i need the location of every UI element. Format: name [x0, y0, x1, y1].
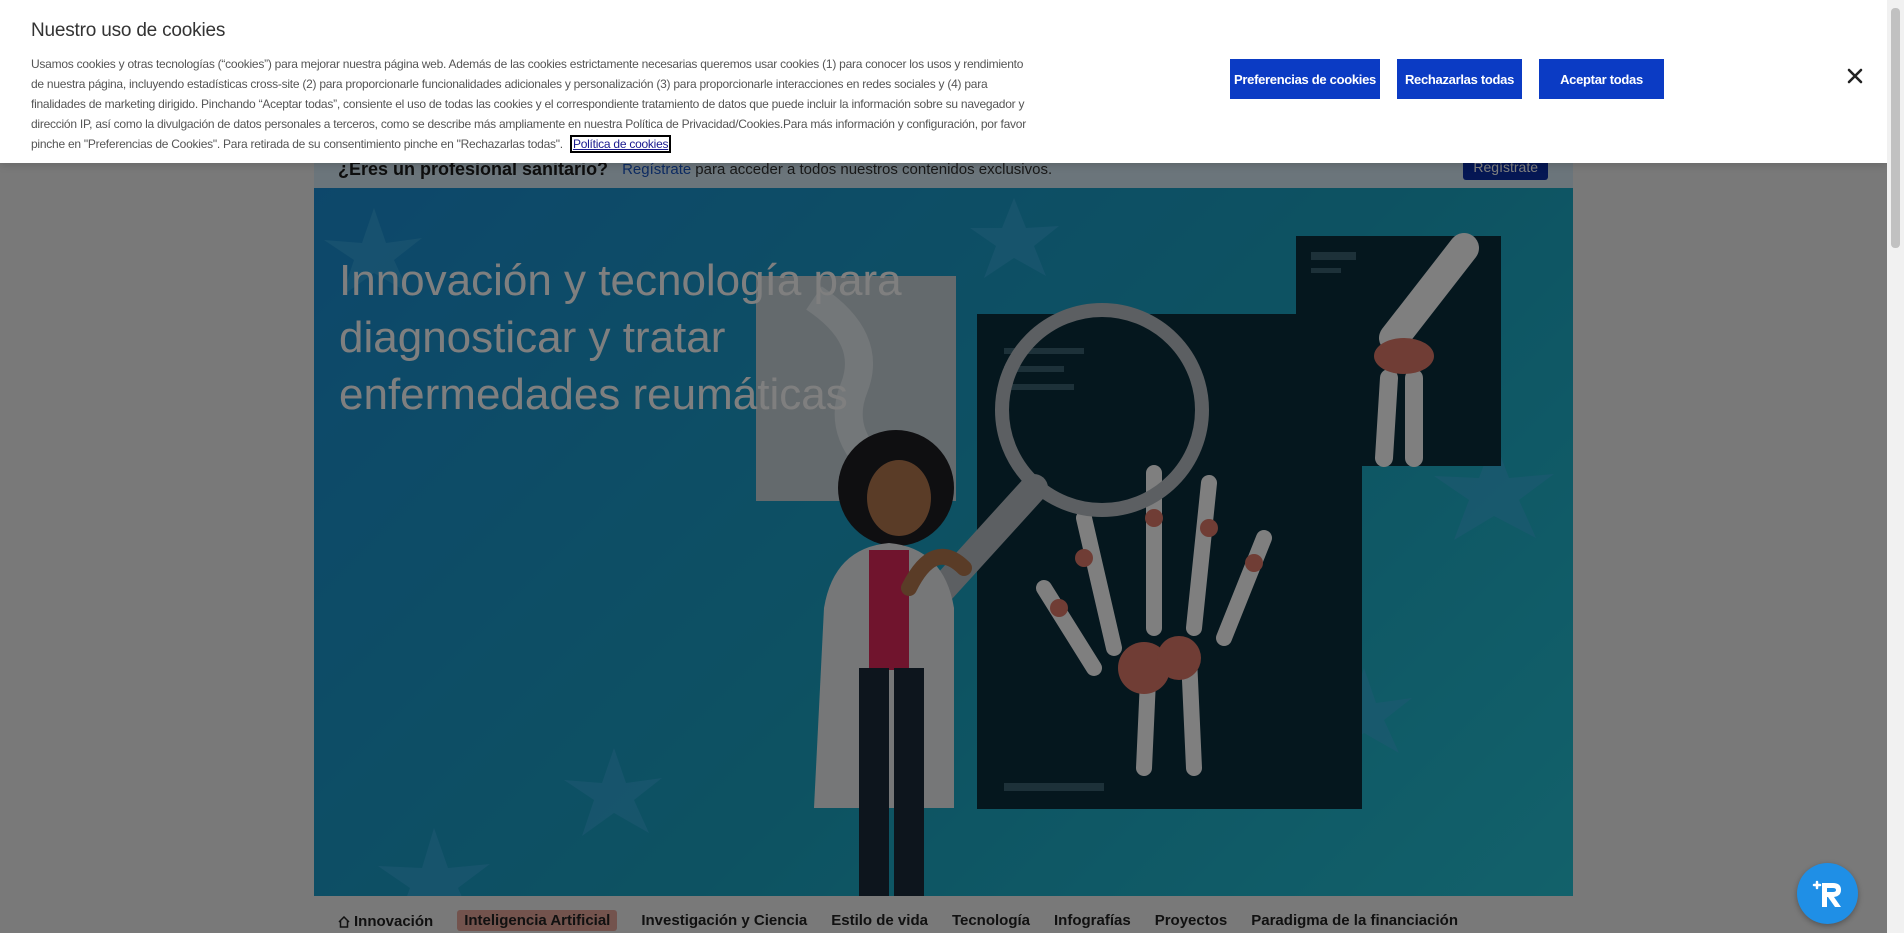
chatbot-button[interactable] — [1797, 863, 1858, 924]
cookie-banner: Nuestro uso de cookies Usamos cookies y … — [0, 0, 1887, 163]
scrollbar[interactable] — [1887, 0, 1904, 933]
close-icon[interactable] — [1845, 66, 1865, 86]
cookie-banner-text: Usamos cookies y otras tecnologías (“coo… — [31, 54, 1031, 154]
accept-all-button[interactable]: Aceptar todas — [1539, 59, 1664, 99]
cookie-banner-body: Usamos cookies y otras tecnologías (“coo… — [31, 57, 1026, 151]
cookie-policy-link[interactable]: Política de cookies — [569, 135, 672, 153]
cookie-banner-title: Nuestro uso de cookies — [31, 20, 226, 41]
cookie-preferences-button[interactable]: Preferencias de cookies — [1230, 59, 1380, 99]
reject-all-button[interactable]: Rechazarlas todas — [1397, 59, 1522, 99]
scrollbar-thumb[interactable] — [1891, 8, 1900, 248]
chatbot-icon — [1812, 880, 1841, 907]
